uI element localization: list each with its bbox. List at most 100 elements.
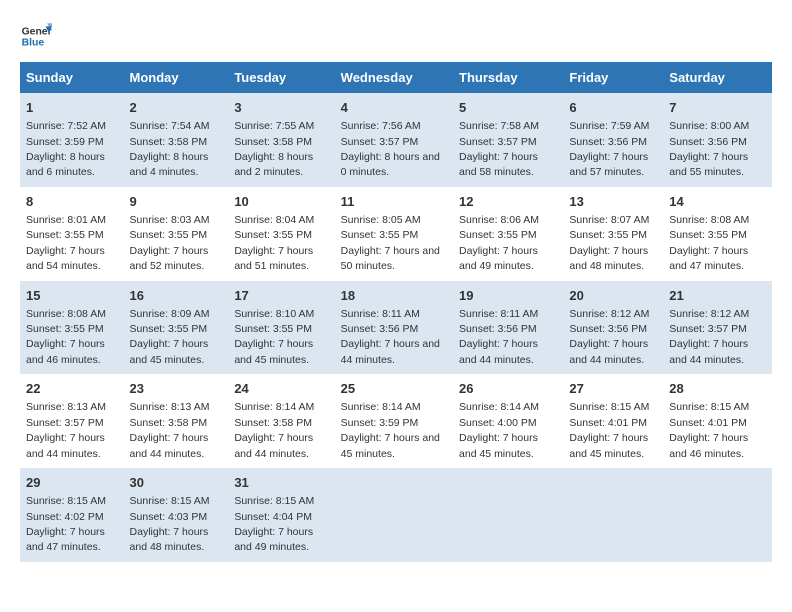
day-number: 25 xyxy=(341,380,447,398)
daylight-info: Daylight: 7 hours and 52 minutes. xyxy=(130,245,209,272)
sunset-info: Sunset: 3:59 PM xyxy=(341,417,419,429)
weekday-header-saturday: Saturday xyxy=(663,62,772,93)
daylight-info: Daylight: 7 hours and 44 minutes. xyxy=(459,338,538,365)
sunrise-info: Sunrise: 8:15 AM xyxy=(26,495,106,507)
day-number: 14 xyxy=(669,193,766,211)
sunrise-info: Sunrise: 8:06 AM xyxy=(459,214,539,226)
calendar-cell: 1 Sunrise: 7:52 AM Sunset: 3:59 PM Dayli… xyxy=(20,93,124,187)
daylight-info: Daylight: 7 hours and 48 minutes. xyxy=(569,245,648,272)
daylight-info: Daylight: 7 hours and 58 minutes. xyxy=(459,151,538,178)
calendar-cell xyxy=(563,468,663,562)
sunrise-info: Sunrise: 8:15 AM xyxy=(234,495,314,507)
day-number: 9 xyxy=(130,193,223,211)
daylight-info: Daylight: 7 hours and 44 minutes. xyxy=(341,338,440,365)
calendar-week-row: 29 Sunrise: 8:15 AM Sunset: 4:02 PM Dayl… xyxy=(20,468,772,562)
calendar-cell: 9 Sunrise: 8:03 AM Sunset: 3:55 PM Dayli… xyxy=(124,187,229,281)
sunrise-info: Sunrise: 8:08 AM xyxy=(26,308,106,320)
calendar-week-row: 15 Sunrise: 8:08 AM Sunset: 3:55 PM Dayl… xyxy=(20,281,772,375)
sunset-info: Sunset: 3:55 PM xyxy=(130,323,208,335)
sunset-info: Sunset: 3:59 PM xyxy=(26,136,104,148)
daylight-info: Daylight: 7 hours and 47 minutes. xyxy=(669,245,748,272)
calendar-cell: 25 Sunrise: 8:14 AM Sunset: 3:59 PM Dayl… xyxy=(335,374,453,468)
calendar-cell: 8 Sunrise: 8:01 AM Sunset: 3:55 PM Dayli… xyxy=(20,187,124,281)
day-number: 16 xyxy=(130,287,223,305)
calendar-cell: 13 Sunrise: 8:07 AM Sunset: 3:55 PM Dayl… xyxy=(563,187,663,281)
daylight-info: Daylight: 7 hours and 45 minutes. xyxy=(459,432,538,459)
calendar-week-row: 22 Sunrise: 8:13 AM Sunset: 3:57 PM Dayl… xyxy=(20,374,772,468)
sunrise-info: Sunrise: 8:15 AM xyxy=(130,495,210,507)
calendar-cell: 24 Sunrise: 8:14 AM Sunset: 3:58 PM Dayl… xyxy=(228,374,334,468)
day-number: 18 xyxy=(341,287,447,305)
calendar-cell xyxy=(335,468,453,562)
sunrise-info: Sunrise: 7:55 AM xyxy=(234,120,314,132)
calendar-cell: 3 Sunrise: 7:55 AM Sunset: 3:58 PM Dayli… xyxy=(228,93,334,187)
sunrise-info: Sunrise: 8:13 AM xyxy=(130,401,210,413)
day-number: 19 xyxy=(459,287,557,305)
daylight-info: Daylight: 8 hours and 0 minutes. xyxy=(341,151,440,178)
calendar-cell: 14 Sunrise: 8:08 AM Sunset: 3:55 PM Dayl… xyxy=(663,187,772,281)
day-number: 22 xyxy=(26,380,118,398)
day-number: 6 xyxy=(569,99,657,117)
calendar-cell: 10 Sunrise: 8:04 AM Sunset: 3:55 PM Dayl… xyxy=(228,187,334,281)
daylight-info: Daylight: 7 hours and 46 minutes. xyxy=(669,432,748,459)
daylight-info: Daylight: 7 hours and 49 minutes. xyxy=(459,245,538,272)
calendar-cell: 4 Sunrise: 7:56 AM Sunset: 3:57 PM Dayli… xyxy=(335,93,453,187)
sunset-info: Sunset: 4:04 PM xyxy=(234,511,312,523)
sunset-info: Sunset: 4:03 PM xyxy=(130,511,208,523)
calendar-cell: 18 Sunrise: 8:11 AM Sunset: 3:56 PM Dayl… xyxy=(335,281,453,375)
sunrise-info: Sunrise: 8:00 AM xyxy=(669,120,749,132)
sunrise-info: Sunrise: 8:13 AM xyxy=(26,401,106,413)
sunrise-info: Sunrise: 7:59 AM xyxy=(569,120,649,132)
weekday-header-wednesday: Wednesday xyxy=(335,62,453,93)
sunrise-info: Sunrise: 8:07 AM xyxy=(569,214,649,226)
sunset-info: Sunset: 4:02 PM xyxy=(26,511,104,523)
daylight-info: Daylight: 7 hours and 46 minutes. xyxy=(26,338,105,365)
calendar-cell: 11 Sunrise: 8:05 AM Sunset: 3:55 PM Dayl… xyxy=(335,187,453,281)
day-number: 7 xyxy=(669,99,766,117)
day-number: 15 xyxy=(26,287,118,305)
sunrise-info: Sunrise: 8:03 AM xyxy=(130,214,210,226)
calendar-cell: 28 Sunrise: 8:15 AM Sunset: 4:01 PM Dayl… xyxy=(663,374,772,468)
calendar-cell: 31 Sunrise: 8:15 AM Sunset: 4:04 PM Dayl… xyxy=(228,468,334,562)
sunset-info: Sunset: 4:01 PM xyxy=(569,417,647,429)
daylight-info: Daylight: 7 hours and 55 minutes. xyxy=(669,151,748,178)
sunrise-info: Sunrise: 8:10 AM xyxy=(234,308,314,320)
daylight-info: Daylight: 7 hours and 44 minutes. xyxy=(26,432,105,459)
calendar-cell: 2 Sunrise: 7:54 AM Sunset: 3:58 PM Dayli… xyxy=(124,93,229,187)
calendar-table: SundayMondayTuesdayWednesdayThursdayFrid… xyxy=(20,62,772,562)
daylight-info: Daylight: 7 hours and 45 minutes. xyxy=(130,338,209,365)
sunset-info: Sunset: 3:55 PM xyxy=(234,323,312,335)
day-number: 3 xyxy=(234,99,328,117)
day-number: 31 xyxy=(234,474,328,492)
calendar-week-row: 8 Sunrise: 8:01 AM Sunset: 3:55 PM Dayli… xyxy=(20,187,772,281)
daylight-info: Daylight: 7 hours and 44 minutes. xyxy=(234,432,313,459)
sunrise-info: Sunrise: 8:15 AM xyxy=(569,401,649,413)
day-number: 2 xyxy=(130,99,223,117)
sunset-info: Sunset: 4:00 PM xyxy=(459,417,537,429)
sunset-info: Sunset: 3:55 PM xyxy=(26,323,104,335)
calendar-cell: 23 Sunrise: 8:13 AM Sunset: 3:58 PM Dayl… xyxy=(124,374,229,468)
day-number: 23 xyxy=(130,380,223,398)
sunset-info: Sunset: 3:55 PM xyxy=(26,229,104,241)
sunset-info: Sunset: 3:55 PM xyxy=(459,229,537,241)
day-number: 27 xyxy=(569,380,657,398)
daylight-info: Daylight: 7 hours and 48 minutes. xyxy=(130,526,209,553)
sunset-info: Sunset: 3:57 PM xyxy=(341,136,419,148)
calendar-cell: 7 Sunrise: 8:00 AM Sunset: 3:56 PM Dayli… xyxy=(663,93,772,187)
sunset-info: Sunset: 3:55 PM xyxy=(234,229,312,241)
sunrise-info: Sunrise: 8:09 AM xyxy=(130,308,210,320)
daylight-info: Daylight: 7 hours and 47 minutes. xyxy=(26,526,105,553)
sunrise-info: Sunrise: 8:01 AM xyxy=(26,214,106,226)
sunset-info: Sunset: 3:55 PM xyxy=(569,229,647,241)
sunset-info: Sunset: 3:55 PM xyxy=(130,229,208,241)
weekday-header-thursday: Thursday xyxy=(453,62,563,93)
sunrise-info: Sunrise: 8:04 AM xyxy=(234,214,314,226)
day-number: 13 xyxy=(569,193,657,211)
calendar-cell: 17 Sunrise: 8:10 AM Sunset: 3:55 PM Dayl… xyxy=(228,281,334,375)
day-number: 10 xyxy=(234,193,328,211)
day-number: 1 xyxy=(26,99,118,117)
daylight-info: Daylight: 7 hours and 44 minutes. xyxy=(669,338,748,365)
calendar-week-row: 1 Sunrise: 7:52 AM Sunset: 3:59 PM Dayli… xyxy=(20,93,772,187)
daylight-info: Daylight: 7 hours and 50 minutes. xyxy=(341,245,440,272)
sunrise-info: Sunrise: 8:11 AM xyxy=(341,308,420,320)
